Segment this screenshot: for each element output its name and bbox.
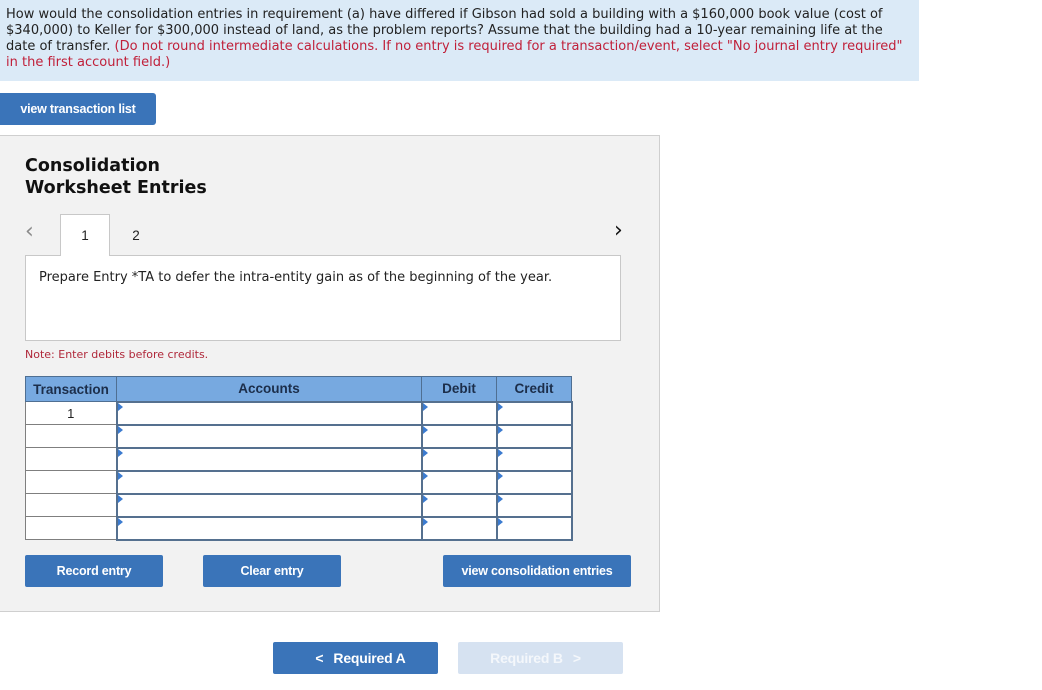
account-dropdown[interactable] [117, 448, 421, 470]
required-b-button: Required B > [458, 642, 623, 674]
dropdown-marker-icon [117, 517, 123, 526]
transaction-cell: 1 [25, 401, 117, 425]
chevron-right-icon: > [572, 650, 581, 666]
chevron-right-icon[interactable]: › [614, 218, 623, 243]
dropdown-marker-icon [497, 425, 503, 434]
debit-cell [420, 423, 498, 449]
entry-prompt: Prepare Entry *TA to defer the intra-ent… [25, 255, 621, 341]
table-row: 1 [25, 400, 573, 426]
account-cell [115, 446, 423, 472]
required-a-button[interactable]: < Required A [273, 642, 438, 674]
header-transaction: Transaction [25, 376, 117, 402]
transaction-cell [25, 493, 117, 517]
tab-1[interactable]: 1 [60, 214, 110, 256]
record-entry-button[interactable]: Record entry [25, 555, 163, 587]
consolidation-panel: Consolidation Worksheet Entries ‹ 1 2 › … [0, 135, 660, 612]
dropdown-marker-icon [117, 425, 123, 434]
dropdown-marker-icon [117, 494, 123, 503]
tab-2[interactable]: 2 [111, 214, 161, 256]
credit-input[interactable] [497, 517, 571, 539]
panel-title-line2: Worksheet Entries [25, 178, 207, 198]
dropdown-marker-icon [117, 448, 123, 457]
dropdown-marker-icon [422, 494, 428, 503]
dropdown-marker-icon [117, 471, 123, 480]
dropdown-marker-icon [422, 517, 428, 526]
debit-input[interactable] [422, 448, 496, 470]
debit-cell [420, 515, 498, 541]
credit-cell [495, 400, 573, 426]
question-text: How would the consolidation entries in r… [0, 0, 919, 81]
credit-cell [495, 469, 573, 495]
chevron-left-icon[interactable]: ‹ [25, 219, 34, 244]
credit-input[interactable] [497, 494, 571, 516]
table-row [25, 469, 573, 495]
debit-cell [420, 446, 498, 472]
dropdown-marker-icon [422, 425, 428, 434]
transaction-cell [25, 516, 117, 540]
view-consolidation-entries-button[interactable]: view consolidation entries [443, 555, 631, 587]
dropdown-marker-icon [497, 448, 503, 457]
dropdown-marker-icon [422, 402, 428, 411]
view-transaction-list-button[interactable]: view transaction list [0, 93, 156, 125]
header-credit: Credit [496, 376, 572, 402]
debit-input[interactable] [422, 402, 496, 424]
debit-input[interactable] [422, 425, 496, 447]
panel-title-line1: Consolidation [25, 156, 160, 176]
credit-cell [495, 423, 573, 449]
dropdown-marker-icon [497, 471, 503, 480]
journal-table: Transaction Accounts Debit Credit 1 [25, 376, 573, 541]
debit-input[interactable] [422, 494, 496, 516]
dropdown-marker-icon [117, 402, 123, 411]
account-cell [115, 492, 423, 518]
note-text: Note: Enter debits before credits. [25, 348, 209, 361]
credit-input[interactable] [497, 425, 571, 447]
required-b-label: Required B [490, 650, 563, 666]
dropdown-marker-icon [422, 448, 428, 457]
account-dropdown[interactable] [117, 471, 421, 493]
table-row [25, 446, 573, 472]
panel-title: Consolidation Worksheet Entries [25, 155, 207, 199]
account-dropdown[interactable] [117, 494, 421, 516]
required-a-label: Required A [333, 650, 406, 666]
credit-input[interactable] [497, 402, 571, 424]
debit-cell [420, 492, 498, 518]
account-dropdown[interactable] [117, 425, 421, 447]
account-dropdown[interactable] [117, 402, 421, 424]
credit-input[interactable] [497, 471, 571, 493]
credit-input[interactable] [497, 448, 571, 470]
account-cell [115, 515, 423, 541]
transaction-cell [25, 470, 117, 494]
account-cell [115, 400, 423, 426]
account-cell [115, 423, 423, 449]
table-header-row: Transaction Accounts Debit Credit [25, 376, 572, 402]
table-row [25, 423, 573, 449]
credit-cell [495, 492, 573, 518]
account-cell [115, 469, 423, 495]
dropdown-marker-icon [422, 471, 428, 480]
transaction-cell [25, 447, 117, 471]
question-hint: (Do not round intermediate calculations.… [6, 39, 903, 70]
dropdown-marker-icon [497, 402, 503, 411]
debit-cell [420, 469, 498, 495]
debit-cell [420, 400, 498, 426]
header-accounts: Accounts [116, 376, 422, 402]
dropdown-marker-icon [497, 517, 503, 526]
transaction-cell [25, 424, 117, 448]
account-dropdown[interactable] [117, 517, 421, 539]
table-row [25, 515, 573, 541]
table-row [25, 492, 573, 518]
chevron-left-icon: < [315, 650, 324, 666]
credit-cell [495, 515, 573, 541]
debit-input[interactable] [422, 517, 496, 539]
header-debit: Debit [421, 376, 497, 402]
debit-input[interactable] [422, 471, 496, 493]
credit-cell [495, 446, 573, 472]
dropdown-marker-icon [497, 494, 503, 503]
clear-entry-button[interactable]: Clear entry [203, 555, 341, 587]
